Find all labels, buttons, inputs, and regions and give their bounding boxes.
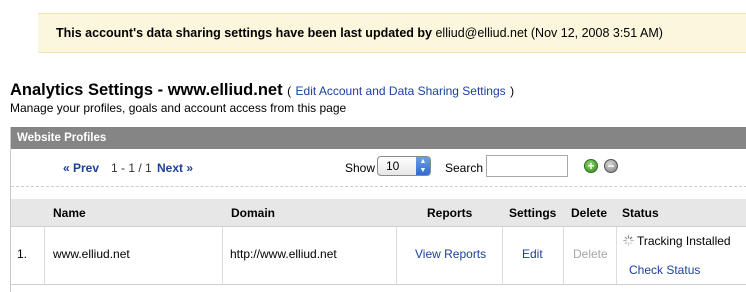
paren-open: ( — [287, 84, 292, 98]
tracking-status: Tracking Installed — [623, 234, 731, 248]
col-status: Status — [622, 206, 659, 220]
col-settings: Settings — [509, 206, 557, 220]
paren-close: ) — [510, 84, 515, 98]
show-label: Show — [345, 161, 376, 175]
remove-profile-icon[interactable]: − — [604, 159, 618, 173]
table-header-row: Name Domain Reports Settings Delete Stat… — [11, 199, 746, 227]
col-delete: Delete — [571, 206, 608, 220]
profile-domain: http://www.elliud.net — [230, 247, 337, 261]
profile-name: www.elliud.net — [53, 247, 130, 261]
delete-profile-disabled: Delete — [573, 247, 608, 261]
notice-lead: This account's data sharing settings hav… — [56, 26, 432, 40]
profiles-toolbar: « Prev 1 - 1 / 1 Next » Show 10 ▲ ▼ Searc… — [11, 149, 746, 187]
profiles-table: Name Domain Reports Settings Delete Stat… — [11, 199, 746, 285]
prev-page-link[interactable]: « Prev — [63, 161, 99, 175]
col-reports: Reports — [427, 206, 473, 220]
row-delete-cell: Delete — [563, 227, 616, 284]
search-label: Search — [445, 161, 484, 175]
status-text: Tracking Installed — [637, 234, 731, 248]
select-arrows-icon: ▲ ▼ — [416, 157, 430, 175]
edit-account-link[interactable]: Edit Account and Data Sharing Settings — [296, 84, 506, 98]
page-subtitle: Manage your profiles, goals and account … — [10, 101, 347, 115]
search-input[interactable] — [486, 155, 568, 177]
add-profile-icon[interactable]: + — [584, 159, 598, 173]
row-settings-cell: Edit — [502, 227, 563, 284]
page-range: 1 - 1 / 1 — [111, 161, 152, 175]
col-domain: Domain — [231, 206, 276, 220]
page-title: Analytics Settings - www.elliud.net — [10, 81, 283, 99]
page-title-row: Analytics Settings - www.elliud.net ( Ed… — [10, 81, 514, 100]
website-profiles-panel: Website Profiles « Prev 1 - 1 / 1 Next »… — [10, 127, 746, 292]
row-reports-cell: View Reports — [396, 227, 502, 284]
check-status-link[interactable]: Check Status — [629, 263, 700, 277]
notice-user: elliud@elliud.net — [435, 26, 528, 40]
view-reports-link[interactable]: View Reports — [415, 247, 486, 261]
row-index-cell: 1. — [11, 227, 44, 284]
row-domain-cell: http://www.elliud.net — [222, 227, 396, 284]
col-name: Name — [53, 206, 86, 220]
table-row: 1. www.elliud.net http://www.elliud.net … — [11, 227, 746, 285]
show-count-value: 10 — [386, 159, 400, 173]
edit-profile-link[interactable]: Edit — [522, 247, 543, 261]
notice-timestamp: (Nov 12, 2008 3:51 AM) — [530, 26, 663, 40]
row-index: 1. — [17, 247, 28, 261]
row-status-cell: Tracking Installed Check Status — [616, 227, 746, 284]
loading-spinner-icon — [623, 235, 634, 246]
next-page-link[interactable]: Next » — [157, 161, 193, 175]
row-name-cell: www.elliud.net — [44, 227, 222, 284]
panel-title: Website Profiles — [11, 127, 746, 149]
last-updated-notice: This account's data sharing settings hav… — [38, 13, 746, 53]
show-count-select[interactable]: 10 ▲ ▼ — [377, 156, 431, 176]
